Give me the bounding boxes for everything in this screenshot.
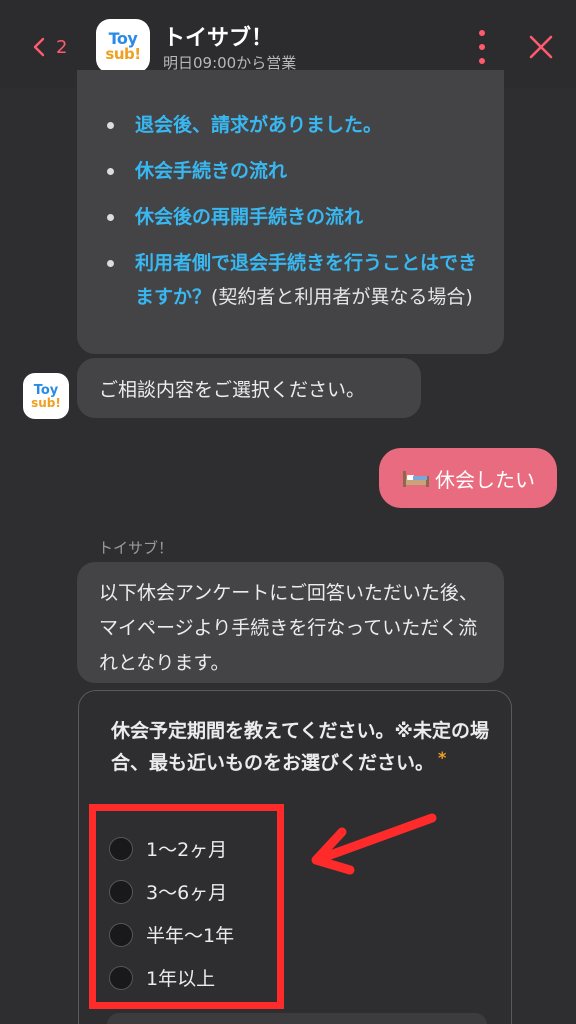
faq-links-bubble: 退会後、請求がありました。 休会手続きの流れ 休会後の再開手続きの流れ 利用者側… (77, 70, 504, 354)
bed-icon (403, 471, 429, 487)
more-options-icon[interactable] (472, 30, 492, 64)
bot-avatar: Toy sub! (23, 373, 69, 419)
faq-link-item[interactable]: 利用者側で退会手続きを行うことはできますか？(契約者と利用者が異なる場合) (107, 246, 487, 314)
sender-name: トイサブ！ (98, 539, 174, 557)
close-icon[interactable] (528, 34, 554, 60)
survey-question: 休会予定期間を教えてください。※未定の場合、最も近いものをお選びください。 * (111, 720, 489, 774)
shop-logo: Toy sub! (96, 19, 150, 73)
back-button[interactable]: 2 (30, 30, 80, 64)
faq-link-item[interactable]: 退会後、請求がありました。 (107, 108, 487, 142)
highlight-box (89, 804, 284, 1009)
chevron-left-icon (33, 37, 45, 57)
unread-count: 2 (56, 36, 68, 58)
bot-prompt-bubble: ご相談内容をご選択ください。 (77, 358, 421, 418)
arrow-annotation-icon (311, 813, 437, 875)
faq-link-item[interactable]: 休会手続きの流れ (107, 154, 487, 188)
user-message-bubble: 休会したい (379, 448, 557, 508)
faq-link-item[interactable]: 休会後の再開手続きの流れ (107, 200, 487, 234)
submit-button[interactable] (107, 1013, 487, 1024)
chat-title: トイサブ！ (163, 26, 274, 51)
info-message-bubble: 以下休会アンケートにご回答いただいた後、マイページより手続きを行なっていただく流… (77, 562, 504, 683)
user-message-text: 休会したい (435, 467, 535, 492)
required-mark: * (438, 748, 447, 767)
